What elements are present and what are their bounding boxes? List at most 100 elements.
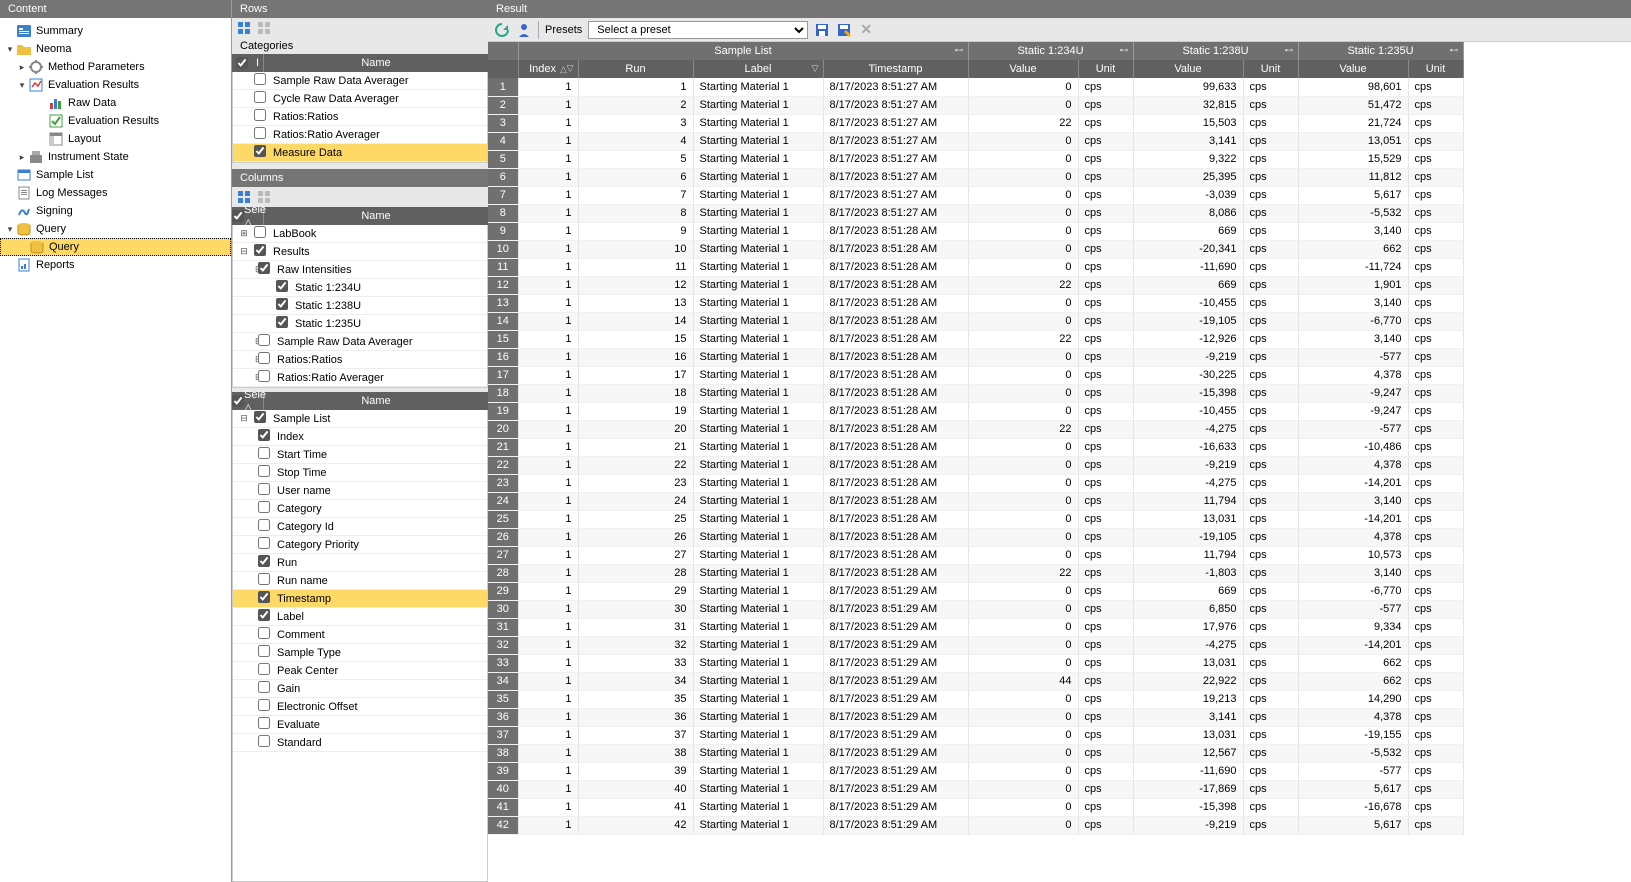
table-row[interactable]: 16 1 16 Starting Material 1 8/17/2023 8:… — [488, 348, 1463, 366]
cell-value-234[interactable]: 0 — [968, 780, 1078, 798]
row-number[interactable]: 34 — [488, 672, 518, 690]
column-checkbox[interactable] — [258, 591, 270, 603]
cell-timestamp[interactable]: 8/17/2023 8:51:27 AM — [823, 132, 968, 150]
category-row[interactable]: Sample Raw Data Averager — [233, 72, 487, 90]
cell-unit[interactable]: cps — [1243, 564, 1298, 582]
cell-value-235[interactable]: -14,201 — [1298, 474, 1408, 492]
row-number[interactable]: 29 — [488, 582, 518, 600]
cell-unit[interactable]: cps — [1078, 366, 1133, 384]
cell-label[interactable]: Starting Material 1 — [693, 456, 823, 474]
column-checkbox[interactable] — [258, 663, 270, 675]
cell-unit[interactable]: cps — [1243, 114, 1298, 132]
column-row[interactable]: Electronic Offset — [233, 698, 487, 716]
row-number[interactable]: 31 — [488, 618, 518, 636]
table-row[interactable]: 35 1 35 Starting Material 1 8/17/2023 8:… — [488, 690, 1463, 708]
cell-unit[interactable]: cps — [1078, 762, 1133, 780]
cell-value-234[interactable]: 0 — [968, 708, 1078, 726]
cell-run[interactable]: 39 — [578, 762, 693, 780]
cell-unit[interactable]: cps — [1078, 708, 1133, 726]
table-row[interactable]: 7 1 7 Starting Material 1 8/17/2023 8:51… — [488, 186, 1463, 204]
table-row[interactable]: 8 1 8 Starting Material 1 8/17/2023 8:51… — [488, 204, 1463, 222]
table-row[interactable]: 41 1 41 Starting Material 1 8/17/2023 8:… — [488, 798, 1463, 816]
column-checkbox[interactable] — [258, 573, 270, 585]
cell-value-235[interactable]: 662 — [1298, 672, 1408, 690]
cell-label[interactable]: Starting Material 1 — [693, 618, 823, 636]
cell-label[interactable]: Starting Material 1 — [693, 798, 823, 816]
cell-label[interactable]: Starting Material 1 — [693, 510, 823, 528]
cell-timestamp[interactable]: 8/17/2023 8:51:28 AM — [823, 258, 968, 276]
column-checkbox[interactable] — [258, 370, 270, 382]
cell-timestamp[interactable]: 8/17/2023 8:51:28 AM — [823, 492, 968, 510]
row-number[interactable]: 3 — [488, 114, 518, 132]
cell-unit[interactable]: cps — [1078, 816, 1133, 834]
row-number[interactable]: 19 — [488, 402, 518, 420]
cell-label[interactable]: Starting Material 1 — [693, 222, 823, 240]
cell-value-234[interactable]: 0 — [968, 258, 1078, 276]
cell-run[interactable]: 9 — [578, 222, 693, 240]
cell-run[interactable]: 6 — [578, 168, 693, 186]
table-row[interactable]: 25 1 25 Starting Material 1 8/17/2023 8:… — [488, 510, 1463, 528]
cell-unit[interactable]: cps — [1078, 348, 1133, 366]
cell-unit[interactable]: cps — [1078, 312, 1133, 330]
group-238u[interactable]: Static 1:238U⊷ — [1133, 42, 1298, 60]
table-row[interactable]: 42 1 42 Starting Material 1 8/17/2023 8:… — [488, 816, 1463, 834]
cell-unit[interactable]: cps — [1078, 132, 1133, 150]
cell-value-238[interactable]: -9,219 — [1133, 816, 1243, 834]
cell-timestamp[interactable]: 8/17/2023 8:51:27 AM — [823, 150, 968, 168]
row-number[interactable]: 5 — [488, 150, 518, 168]
column-row[interactable]: ⊟Raw Intensities — [233, 261, 487, 279]
table-row[interactable]: 3 1 3 Starting Material 1 8/17/2023 8:51… — [488, 114, 1463, 132]
col-label[interactable]: Label▽ — [693, 60, 823, 78]
cell-value-234[interactable]: 0 — [968, 240, 1078, 258]
column-row[interactable]: ⊟Sample List — [233, 410, 487, 428]
cell-unit[interactable]: cps — [1078, 456, 1133, 474]
cell-unit[interactable]: cps — [1078, 186, 1133, 204]
cell-unit[interactable]: cps — [1078, 744, 1133, 762]
cell-value-238[interactable]: 22,922 — [1133, 672, 1243, 690]
cell-value-234[interactable]: 0 — [968, 132, 1078, 150]
cell-index[interactable]: 1 — [518, 528, 578, 546]
cell-label[interactable]: Starting Material 1 — [693, 96, 823, 114]
row-number[interactable]: 14 — [488, 312, 518, 330]
cell-value-238[interactable]: -16,633 — [1133, 438, 1243, 456]
table-row[interactable]: 2 1 2 Starting Material 1 8/17/2023 8:51… — [488, 96, 1463, 114]
cell-value-238[interactable]: 13,031 — [1133, 726, 1243, 744]
cell-value-234[interactable]: 0 — [968, 654, 1078, 672]
cell-unit[interactable]: cps — [1078, 690, 1133, 708]
row-number[interactable]: 4 — [488, 132, 518, 150]
column-row[interactable]: Evaluate — [233, 716, 487, 734]
table-row[interactable]: 21 1 21 Starting Material 1 8/17/2023 8:… — [488, 438, 1463, 456]
table-row[interactable]: 33 1 33 Starting Material 1 8/17/2023 8:… — [488, 654, 1463, 672]
cell-unit[interactable]: cps — [1408, 690, 1463, 708]
row-number[interactable]: 15 — [488, 330, 518, 348]
row-number[interactable]: 23 — [488, 474, 518, 492]
cell-unit[interactable]: cps — [1243, 276, 1298, 294]
cell-timestamp[interactable]: 8/17/2023 8:51:29 AM — [823, 726, 968, 744]
column-checkbox[interactable] — [276, 316, 288, 328]
cell-unit[interactable]: cps — [1243, 150, 1298, 168]
column-checkbox[interactable] — [258, 334, 270, 346]
cell-unit[interactable]: cps — [1408, 510, 1463, 528]
table-row[interactable]: 24 1 24 Starting Material 1 8/17/2023 8:… — [488, 492, 1463, 510]
cell-label[interactable]: Starting Material 1 — [693, 816, 823, 834]
table-row[interactable]: 30 1 30 Starting Material 1 8/17/2023 8:… — [488, 600, 1463, 618]
cell-value-234[interactable]: 0 — [968, 690, 1078, 708]
column-row[interactable]: Category Priority — [233, 536, 487, 554]
cell-label[interactable]: Starting Material 1 — [693, 438, 823, 456]
row-number[interactable]: 17 — [488, 366, 518, 384]
cell-value-238[interactable]: 9,322 — [1133, 150, 1243, 168]
cell-label[interactable]: Starting Material 1 — [693, 690, 823, 708]
cell-value-238[interactable]: 669 — [1133, 222, 1243, 240]
table-row[interactable]: 6 1 6 Starting Material 1 8/17/2023 8:51… — [488, 168, 1463, 186]
cell-unit[interactable]: cps — [1078, 222, 1133, 240]
cell-unit[interactable]: cps — [1408, 618, 1463, 636]
cell-timestamp[interactable]: 8/17/2023 8:51:29 AM — [823, 636, 968, 654]
expand-icon[interactable]: ⊞ — [237, 228, 251, 239]
cell-label[interactable]: Starting Material 1 — [693, 312, 823, 330]
cell-value-238[interactable]: 3,141 — [1133, 132, 1243, 150]
category-row[interactable]: Ratios:Ratio Averager — [233, 126, 487, 144]
column-checkbox[interactable] — [254, 411, 266, 423]
cell-value-234[interactable]: 0 — [968, 366, 1078, 384]
cell-label[interactable]: Starting Material 1 — [693, 780, 823, 798]
cell-value-234[interactable]: 0 — [968, 402, 1078, 420]
